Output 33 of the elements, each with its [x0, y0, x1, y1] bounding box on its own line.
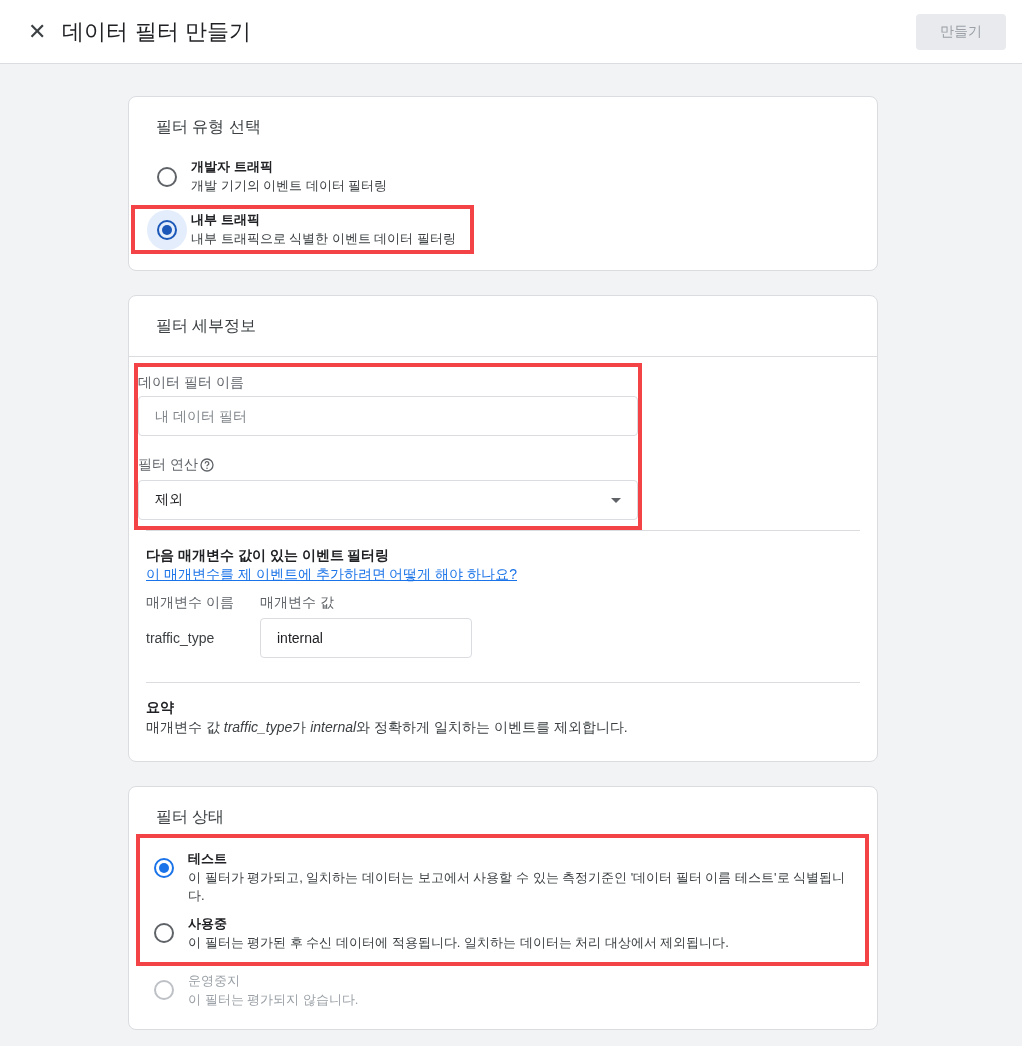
operation-dropdown[interactable]: 제외: [138, 480, 638, 520]
radio-button[interactable]: [154, 858, 174, 878]
option-description: 개발 기기의 이벤트 데이터 필터링: [191, 177, 388, 195]
field-label: 데이터 필터 이름: [138, 374, 244, 392]
parameter-name: traffic_type: [146, 630, 216, 646]
summary-text: 매개변수 값 traffic_type가 internal와 정확하게 일치하는 이벤트를 제외합니다.: [146, 719, 629, 737]
page-title: 데이터 필터 만들기: [62, 17, 252, 46]
column-header: 매개변수 이름: [146, 594, 235, 612]
option-label: 개발자 트래픽: [191, 158, 274, 176]
radio-button[interactable]: [157, 166, 177, 187]
option-description: 이 필터는 평가된 후 수신 데이터에 적용됩니다. 일치하는 데이터는 처리 대상에서 제외됩니다.: [188, 934, 729, 952]
filter-name-field[interactable]: 내 데이터 필터: [138, 396, 638, 436]
card-title: 필터 상태: [155, 807, 226, 827]
card-title: 필터 유형 선택: [155, 117, 262, 137]
section-heading: 요약: [146, 699, 175, 717]
option-label: 운영중지: [188, 972, 241, 990]
option-description: 내부 트래픽으로 식별한 이벤트 데이터 필터링: [191, 230, 457, 248]
help-icon[interactable]: [199, 458, 214, 472]
radio-button[interactable]: [154, 923, 174, 943]
column-header: 매개변수 값: [260, 594, 335, 612]
option-label: 내부 트래픽: [191, 211, 261, 229]
parameter-value-field[interactable]: internal: [260, 618, 472, 658]
help-link[interactable]: 이 매개변수를 제 이벤트에 추가하려면 어떻게 해야 하나요?: [146, 566, 517, 582]
caret-icon: [611, 497, 621, 503]
close-icon[interactable]: ✕: [28, 20, 47, 43]
option-description: 이 필터는 평가되지 않습니다.: [188, 991, 359, 1009]
card-title: 필터 세부정보: [156, 316, 258, 336]
option-label: 사용중: [188, 915, 228, 933]
option-description: 이 필터가 평가되고, 일치하는 데이터는 보고에서 사용할 수 있는 측정기준인 '데이터 필터 이름 테스트'로 식별됩니다.: [188, 869, 847, 905]
radio-button[interactable]: [157, 219, 177, 240]
section-heading: 다음 매개변수 값이 있는 이벤트 필터링: [146, 547, 391, 565]
option-label: 테스트: [188, 850, 228, 868]
field-label: 필터 연산: [138, 456, 198, 474]
